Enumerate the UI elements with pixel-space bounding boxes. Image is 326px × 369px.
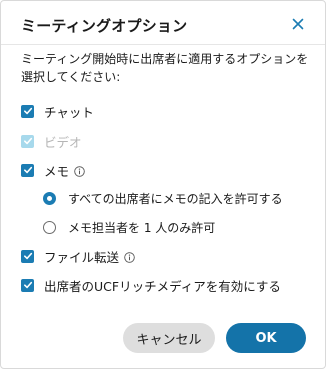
info-icon[interactable] — [124, 251, 135, 263]
dialog-title: ミーティングオプション — [21, 17, 188, 35]
memo-option-all-attendees-label: すべての出席者にメモの記入を許可する — [68, 191, 283, 206]
cancel-button[interactable]: キャンセル — [123, 323, 215, 353]
option-ucf-rich-media[interactable]: 出席者のUCFリッチメディアを有効にする — [21, 275, 281, 295]
radio-single-taker[interactable] — [43, 220, 56, 234]
memo-label: メモ — [44, 163, 70, 179]
file-transfer-label: ファイル転送 — [44, 249, 120, 265]
close-button[interactable] — [289, 15, 307, 33]
option-video: ビデオ — [21, 131, 82, 151]
dialog-description: ミーティング開始時に出席者に適用するオプションを選択してください: — [21, 52, 309, 84]
ok-button[interactable]: OK — [226, 323, 306, 353]
memo-option-single-taker-label: メモ担当者を 1 人のみ許可 — [68, 220, 216, 235]
info-icon[interactable] — [74, 165, 85, 177]
video-label: ビデオ — [44, 134, 82, 150]
video-checkbox — [21, 134, 34, 148]
file-transfer-checkbox[interactable] — [21, 249, 34, 263]
checkmark-icon — [23, 252, 32, 260]
option-file-transfer[interactable]: ファイル転送 — [21, 246, 135, 266]
memo-option-all-attendees[interactable]: すべての出席者にメモの記入を許可する — [43, 188, 283, 208]
checkmark-icon — [23, 166, 32, 174]
title-divider — [1, 44, 325, 45]
option-chat[interactable]: チャット — [21, 101, 94, 121]
memo-option-single-taker[interactable]: メモ担当者を 1 人のみ許可 — [43, 217, 215, 237]
checkmark-icon — [23, 281, 32, 289]
chat-checkbox[interactable] — [21, 104, 34, 118]
close-icon — [292, 18, 304, 30]
option-memo[interactable]: メモ — [21, 160, 85, 180]
meeting-options-dialog: ミーティングオプション ミーティング開始時に出席者に適用するオプションを選択して… — [0, 0, 326, 369]
ucf-rich-media-checkbox[interactable] — [21, 278, 34, 292]
ucf-rich-media-label: 出席者のUCFリッチメディアを有効にする — [44, 278, 281, 294]
chat-label: チャット — [44, 104, 94, 120]
checkmark-icon — [23, 107, 32, 115]
checkmark-icon — [23, 137, 32, 145]
radio-all-attendees[interactable] — [43, 191, 56, 205]
memo-checkbox[interactable] — [21, 163, 34, 177]
